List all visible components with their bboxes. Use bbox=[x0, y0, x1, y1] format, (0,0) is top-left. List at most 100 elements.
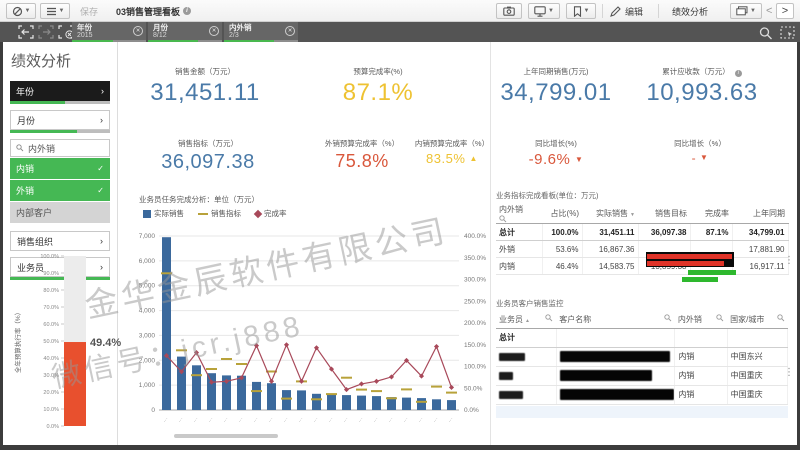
bar-actual-sales[interactable] bbox=[402, 398, 411, 410]
search-icon[interactable] bbox=[758, 26, 774, 40]
selection-chip-年份[interactable]: 年份2015✕ bbox=[72, 22, 146, 42]
table2-header-业务员[interactable]: 业务员▲ bbox=[496, 312, 556, 328]
budget-gauge-chart[interactable]: 全年预算执行率（%）0.0%10.0%20.0%30.0%40.0%50.0%6… bbox=[4, 246, 124, 444]
city-cell[interactable]: 中国重庆 bbox=[727, 385, 787, 404]
rep-cell[interactable] bbox=[496, 347, 556, 366]
bar-actual-sales[interactable] bbox=[357, 396, 366, 410]
line-point[interactable] bbox=[254, 343, 259, 348]
rep-cell[interactable]: 总计 bbox=[496, 328, 556, 347]
bar-actual-sales[interactable] bbox=[417, 398, 426, 410]
selection-chip-月份[interactable]: 月份8/12✕ bbox=[148, 22, 222, 42]
table1-cell[interactable]: 外销 bbox=[496, 241, 542, 258]
step-back-icon[interactable] bbox=[18, 25, 34, 39]
table1-cell[interactable]: 16,867.36 bbox=[582, 241, 638, 258]
list-menu-button[interactable]: ▼ bbox=[40, 3, 70, 19]
customer-cell[interactable] bbox=[556, 385, 675, 404]
table2-row[interactable]: 内销中国东兴 bbox=[496, 347, 788, 366]
bar-actual-sales[interactable] bbox=[312, 394, 321, 410]
line-point[interactable] bbox=[269, 379, 274, 384]
table1-row-外销[interactable]: 外销53.6%16,867.36 17,881.90 bbox=[496, 241, 788, 258]
save-button[interactable]: 保存 bbox=[80, 0, 98, 22]
line-point[interactable] bbox=[284, 342, 289, 347]
table1-cell[interactable]: 14,583.75 bbox=[582, 258, 638, 275]
snapshot-button[interactable] bbox=[496, 3, 522, 19]
line-point[interactable] bbox=[374, 379, 379, 384]
table2-row[interactable]: 总计 bbox=[496, 328, 788, 347]
filter-search-box-内外销[interactable]: 内外销 bbox=[10, 139, 110, 157]
bar-actual-sales[interactable] bbox=[177, 357, 186, 410]
rep-cell[interactable] bbox=[496, 385, 556, 404]
chip-close-icon[interactable]: ✕ bbox=[133, 26, 143, 36]
channel-cell[interactable]: 内销 bbox=[675, 366, 727, 385]
city-cell[interactable]: 中国东兴 bbox=[727, 347, 787, 366]
current-sheet-name[interactable]: 绩效分析 bbox=[672, 0, 708, 22]
bar-actual-sales[interactable] bbox=[162, 237, 171, 410]
next-sheet-button[interactable]: > bbox=[776, 3, 794, 19]
bar-actual-sales[interactable] bbox=[432, 399, 441, 410]
legend-item-实际销售[interactable]: 实际销售 bbox=[143, 208, 184, 219]
table1-cell[interactable]: 100.0% bbox=[542, 224, 582, 241]
filter-option-内销[interactable]: 内销✓ bbox=[10, 158, 110, 179]
line-point[interactable] bbox=[359, 381, 364, 386]
table1-row-总计[interactable]: 总计100.0%31,451.1136,097.3887.1%34,799.01 bbox=[496, 224, 788, 241]
table1-header-实际销售[interactable]: 实际销售▼ bbox=[582, 204, 638, 224]
table2-header-客户名称[interactable]: 客户名称 bbox=[556, 312, 675, 328]
table1-cell[interactable]: 总计 bbox=[496, 224, 542, 241]
info-icon[interactable]: i bbox=[183, 7, 191, 15]
bar-actual-sales[interactable] bbox=[282, 390, 291, 410]
bar-actual-sales[interactable] bbox=[267, 383, 276, 410]
table1-cell[interactable]: 16,917.11 bbox=[732, 258, 788, 275]
kebab-icon[interactable]: ⋮ bbox=[784, 368, 794, 378]
channel-cell[interactable]: 内销 bbox=[675, 385, 727, 404]
bar-actual-sales[interactable] bbox=[207, 373, 216, 410]
table2-header-国家/城市[interactable]: 国家/城市 bbox=[727, 312, 787, 328]
table1-header-占比(%)[interactable]: 占比(%) bbox=[542, 204, 582, 224]
selection-chip-内外销[interactable]: 内外销2/3✕ bbox=[224, 22, 298, 42]
bar-actual-sales[interactable] bbox=[372, 396, 381, 410]
table1-header-完成率[interactable]: 完成率 bbox=[690, 204, 732, 224]
table1-header-销售目标[interactable]: 销售目标 bbox=[638, 204, 690, 224]
info-icon[interactable]: i bbox=[735, 70, 742, 77]
salesperson-combo-chart[interactable]: 业务员任务完成分析：单位（万元） 实际销售销售指标完成率 01,0002,000… bbox=[129, 192, 497, 444]
city-cell[interactable]: 中国重庆 bbox=[727, 366, 787, 385]
line-point[interactable] bbox=[299, 379, 304, 384]
kebab-icon[interactable]: ⋮ bbox=[784, 256, 794, 266]
legend-item-完成率[interactable]: 完成率 bbox=[255, 208, 287, 219]
step-forward-icon[interactable] bbox=[38, 25, 54, 39]
edit-button[interactable]: 编辑 bbox=[610, 0, 643, 22]
table1-cell[interactable]: 53.6% bbox=[542, 241, 582, 258]
channel-cell[interactable]: 内销 bbox=[675, 347, 727, 366]
table2-header-内外销[interactable]: 内外销 bbox=[675, 312, 727, 328]
table1-cell[interactable]: 内销 bbox=[496, 258, 542, 275]
bar-actual-sales[interactable] bbox=[447, 400, 456, 410]
storytelling-button[interactable]: ▼ bbox=[528, 3, 560, 19]
bar-actual-sales[interactable] bbox=[297, 390, 306, 410]
customer-cell[interactable] bbox=[556, 366, 675, 385]
table2-row[interactable]: 内销中国重庆 bbox=[496, 366, 788, 385]
table1-row-内销[interactable]: 内销46.4%14,583.7513,859.3816,917.11 bbox=[496, 258, 788, 275]
global-menu-button[interactable]: ▼ bbox=[6, 3, 36, 19]
table1-cell[interactable]: 31,451.11 bbox=[582, 224, 638, 241]
customer-cell[interactable] bbox=[556, 347, 675, 366]
bar-actual-sales[interactable] bbox=[192, 365, 201, 410]
table1-header-上年同期[interactable]: 上年同期 bbox=[732, 204, 788, 224]
chip-close-icon[interactable]: ✕ bbox=[285, 26, 295, 36]
chart-horizontal-scrollbar[interactable] bbox=[174, 434, 278, 438]
table1-cell[interactable]: 17,881.90 bbox=[732, 241, 788, 258]
customer-cell[interactable] bbox=[556, 328, 675, 347]
channel-cell[interactable] bbox=[675, 328, 727, 347]
bar-actual-sales[interactable] bbox=[237, 376, 246, 410]
table1-header-内外销[interactable]: 内外销 bbox=[496, 204, 542, 224]
filter-box-月份[interactable]: 月份› bbox=[10, 110, 110, 130]
bookmark-button[interactable]: ▼ bbox=[566, 3, 596, 19]
filter-option-外销[interactable]: 外销✓ bbox=[10, 180, 110, 201]
legend-item-销售指标[interactable]: 销售指标 bbox=[198, 208, 241, 219]
table1-cell[interactable]: 87.1% bbox=[690, 224, 732, 241]
bar-actual-sales[interactable] bbox=[327, 394, 336, 410]
prev-sheet-button[interactable]: < bbox=[766, 0, 772, 22]
bar-actual-sales[interactable] bbox=[252, 382, 261, 410]
table1-cell[interactable]: 46.4% bbox=[542, 258, 582, 275]
filter-option-内部客户[interactable]: 内部客户 bbox=[10, 202, 110, 223]
sheet-list-button[interactable]: ▼ bbox=[730, 3, 762, 19]
bar-actual-sales[interactable] bbox=[342, 395, 351, 410]
